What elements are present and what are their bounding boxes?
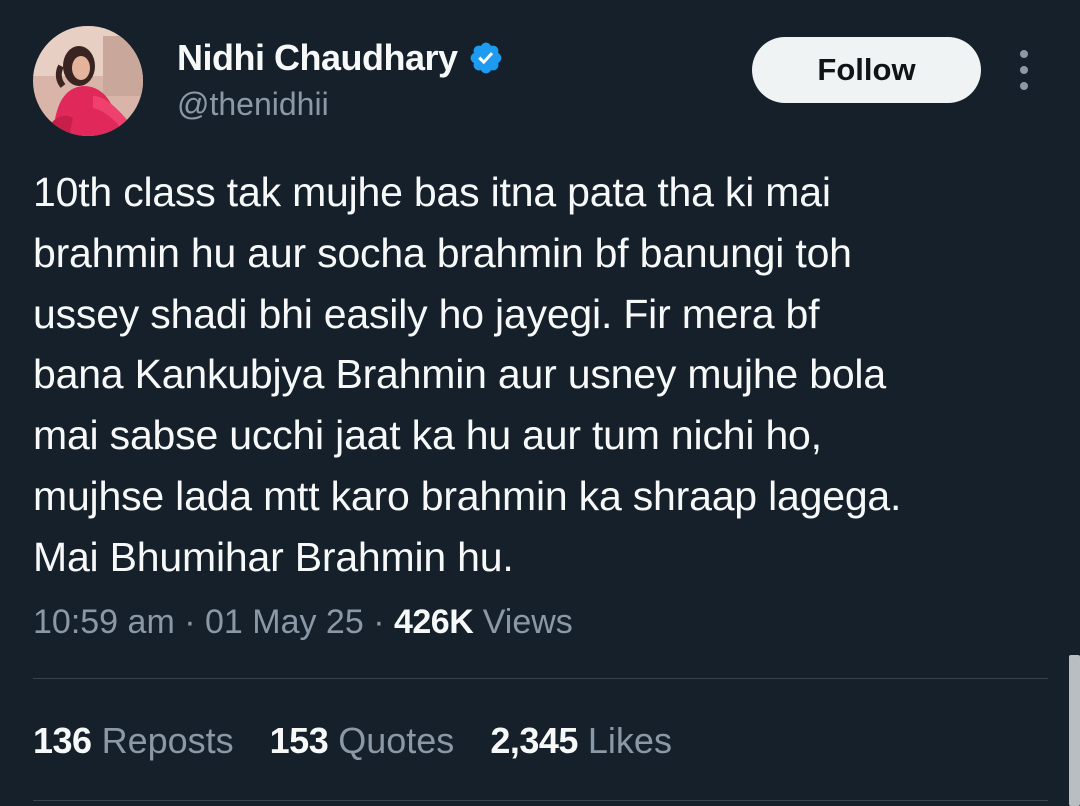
engagement-stats: 136 Reposts 153 Quotes 2,345 Likes: [33, 718, 708, 764]
tweet-text-line: mujhse lada mtt karo brahmin ka shraap l…: [33, 472, 902, 519]
tweet-text-line: brahmin hu aur socha brahmin bf banungi …: [33, 229, 852, 276]
meta-separator: ·: [363, 603, 394, 641]
more-dot: [1020, 82, 1028, 90]
more-vertical-icon[interactable]: [1010, 50, 1038, 90]
tweet-text-line: ussey shadi bhi easily ho jayegi. Fir me…: [33, 290, 820, 337]
user-handle[interactable]: @thenidhii: [177, 85, 329, 123]
tweet-text-line: 10th class tak mujhe bas itna pata tha k…: [33, 169, 831, 215]
display-name[interactable]: Nidhi Chaudhary: [177, 37, 504, 79]
likes-label: Likes: [587, 720, 672, 761]
more-dot: [1020, 50, 1028, 58]
likes-stat[interactable]: 2,345 Likes: [490, 718, 672, 764]
views-count: 426K: [393, 603, 474, 641]
divider: [33, 678, 1048, 679]
tweet-text-line: bana Kankubjya Brahmin aur usney mujhe b…: [33, 351, 886, 398]
avatar[interactable]: [33, 26, 143, 136]
quotes-label: Quotes: [338, 720, 455, 761]
tweet-text-line: mai sabse ucchi jaat ka hu aur tum nichi…: [33, 412, 822, 459]
reposts-stat[interactable]: 136 Reposts: [33, 718, 234, 764]
meta-separator: ·: [174, 603, 205, 641]
tweet-text: 10th class tak mujhe bas itna pata tha k…: [33, 162, 1048, 588]
quotes-stat[interactable]: 153 Quotes: [270, 718, 455, 764]
tweet-time[interactable]: 10:59 am: [33, 603, 175, 641]
profile-photo-image: [33, 26, 143, 136]
more-dot: [1020, 66, 1028, 74]
reposts-count: 136: [33, 720, 92, 761]
tweet-date[interactable]: 01 May 25: [205, 603, 364, 641]
verified-badge-icon: [468, 40, 504, 76]
likes-count: 2,345: [490, 720, 578, 761]
follow-button[interactable]: Follow: [752, 37, 981, 103]
display-name-text: Nidhi Chaudhary: [177, 37, 458, 78]
tweet-text-line: Mai Bhumihar Brahmin hu.: [33, 533, 514, 580]
views-label: Views: [482, 603, 573, 641]
tweet-detail: Nidhi Chaudhary @thenidhii Follow 10th c…: [0, 0, 1080, 806]
quotes-count: 153: [269, 720, 329, 761]
scrollbar[interactable]: [1069, 655, 1080, 806]
divider: [33, 800, 1048, 801]
reposts-label: Reposts: [101, 720, 234, 761]
tweet-meta: 10:59 am · 01 May 25 · 426K Views: [33, 600, 573, 644]
